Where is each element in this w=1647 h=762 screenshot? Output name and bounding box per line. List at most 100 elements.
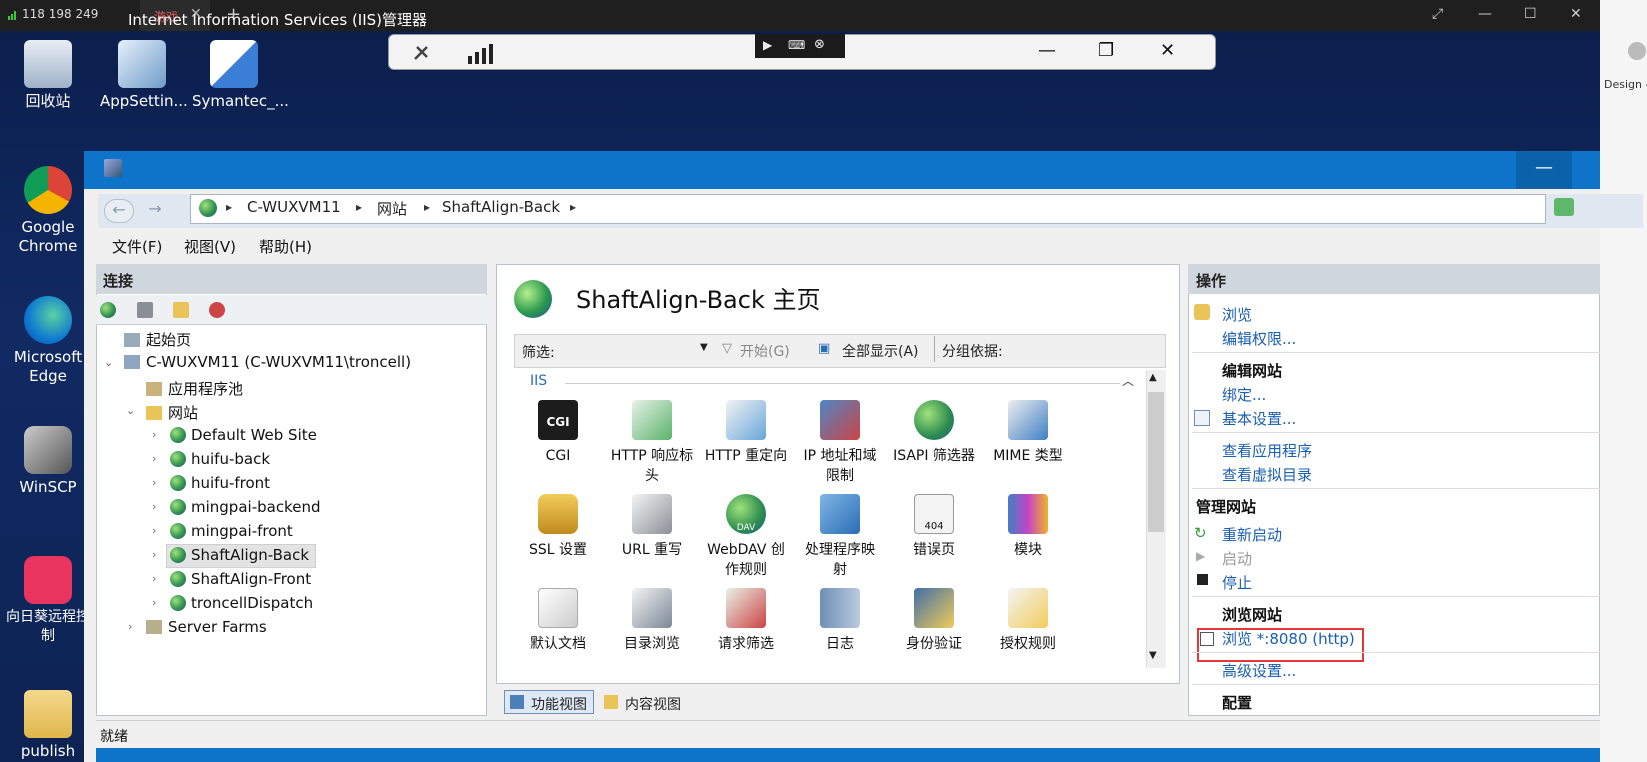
chevron-right-icon[interactable]: ›: [152, 500, 156, 513]
feature-error-pages[interactable]: 404 错误页: [888, 494, 980, 560]
scroll-down-icon[interactable]: ▼: [1149, 650, 1157, 661]
feature-modules[interactable]: 模块: [982, 494, 1074, 560]
scrollbar-thumb[interactable]: [1148, 392, 1164, 532]
chevron-down-icon[interactable]: ⌄: [104, 356, 113, 369]
feature-authorization[interactable]: 授权规则: [982, 588, 1074, 654]
desktop-icon-edge[interactable]: Microsoft Edge: [6, 296, 90, 386]
tree-item-apppools[interactable]: 应用程序池: [146, 378, 243, 399]
iis-minimize-button[interactable]: —: [1516, 151, 1572, 189]
menu-help[interactable]: 帮助(H): [259, 236, 312, 257]
feature-webdav[interactable]: DAV WebDAV 创作规则: [700, 494, 792, 580]
show-all-button[interactable]: 全部显示(A): [842, 341, 919, 361]
breadcrumb-separator: ▸: [424, 200, 431, 214]
remote-maximize-button[interactable]: ❐: [1098, 40, 1114, 61]
feature-handler-mappings[interactable]: 处理程序映射: [794, 494, 886, 580]
scroll-up-icon[interactable]: ▲: [1149, 372, 1157, 383]
fullscreen-button[interactable]: ⤢: [1432, 6, 1443, 22]
chevron-right-icon[interactable]: ›: [152, 452, 156, 465]
action-basic-settings[interactable]: 基本设置...: [1222, 408, 1296, 429]
feature-default-document[interactable]: 默认文档: [512, 588, 604, 654]
menu-view[interactable]: 视图(V): [184, 236, 236, 257]
tree-item-site[interactable]: mingpai-backend: [170, 498, 320, 516]
refresh-icon[interactable]: [1554, 198, 1574, 216]
action-restart[interactable]: 重新启动: [1222, 524, 1282, 545]
chevron-up-icon[interactable]: ︿: [1122, 372, 1134, 389]
handler-icon: [820, 494, 860, 534]
pointer-icon[interactable]: ▶: [763, 38, 772, 52]
chevron-right-icon[interactable]: ›: [152, 596, 156, 609]
feature-http-redirect[interactable]: HTTP 重定向: [700, 400, 792, 466]
feature-http-headers[interactable]: HTTP 响应标头: [606, 400, 698, 486]
chevron-right-icon[interactable]: ›: [152, 548, 156, 561]
disconnect-icon[interactable]: [209, 302, 225, 318]
connect-icon[interactable]: [100, 302, 116, 318]
tree-item-server-farms[interactable]: Server Farms: [146, 618, 267, 636]
remote-minimize-button[interactable]: —: [1038, 40, 1056, 61]
tree-item-server[interactable]: C-WUXVM11 (C-WUXVM11\troncell): [124, 353, 411, 371]
tree-item-site[interactable]: ShaftAlign-Front: [170, 570, 311, 588]
breadcrumb-host[interactable]: C-WUXVM11: [247, 198, 341, 216]
tree-item-site[interactable]: huifu-front: [170, 474, 270, 492]
desktop-icon-sunlogin[interactable]: 向日葵远程控制: [6, 556, 90, 646]
signal-strength-icon[interactable]: [468, 42, 496, 64]
action-view-virtual-dirs[interactable]: 查看虚拟目录: [1222, 464, 1312, 485]
close-circle-icon[interactable]: ⊗: [814, 37, 825, 52]
tree-item-site[interactable]: Default Web Site: [170, 426, 317, 444]
action-start[interactable]: 启动: [1222, 548, 1252, 569]
desktop-icon-appsettings[interactable]: AppSettin...: [100, 40, 188, 111]
feature-isapi-filters[interactable]: ISAPI 筛选器: [888, 400, 980, 466]
tree-item-site[interactable]: huifu-back: [170, 450, 270, 468]
feature-ssl[interactable]: SSL 设置: [512, 494, 604, 560]
chevron-right-icon[interactable]: ›: [152, 428, 156, 441]
chevron-right-icon[interactable]: ›: [152, 572, 156, 585]
feature-authentication[interactable]: 身份验证: [888, 588, 980, 654]
action-browse[interactable]: 浏览: [1222, 304, 1252, 325]
group-by-label[interactable]: 分组依据:: [942, 341, 1003, 361]
chevron-right-icon[interactable]: ›: [128, 620, 132, 633]
feature-request-filtering[interactable]: 请求筛选: [700, 588, 792, 654]
chevron-right-icon[interactable]: ›: [152, 524, 156, 537]
maximize-button[interactable]: ☐: [1524, 6, 1537, 22]
forward-button[interactable]: →: [140, 199, 170, 223]
desktop-icon-chrome[interactable]: Google Chrome: [6, 166, 90, 256]
filter-input[interactable]: [560, 338, 710, 362]
feature-directory-browsing[interactable]: 目录浏览: [606, 588, 698, 654]
action-view-applications[interactable]: 查看应用程序: [1222, 440, 1312, 461]
filter-start-button[interactable]: 开始(G): [740, 341, 790, 361]
close-button[interactable]: ✕: [1570, 6, 1582, 22]
back-button[interactable]: ←: [104, 199, 134, 223]
save-icon[interactable]: [137, 302, 153, 318]
dropdown-icon[interactable]: ▼: [700, 342, 708, 353]
tree-item-sites[interactable]: 网站: [146, 402, 198, 423]
breadcrumb-site[interactable]: ShaftAlign-Back: [442, 198, 560, 216]
browser-tab-title[interactable]: Design - B: [1604, 78, 1647, 91]
action-advanced-settings[interactable]: 高级设置...: [1222, 660, 1296, 681]
desktop-icon-recycle-bin[interactable]: 回收站: [6, 40, 90, 111]
desktop-icon-symantec[interactable]: Symantec_...: [192, 40, 289, 111]
keyboard-icon[interactable]: ⌨: [788, 38, 805, 52]
chevron-down-icon[interactable]: ⌄: [126, 404, 135, 417]
feature-logging[interactable]: 日志: [794, 588, 886, 654]
feature-label-2: 头: [645, 468, 659, 484]
feature-cgi[interactable]: CGI CGI: [512, 400, 604, 466]
desktop-icon-publish[interactable]: publish: [6, 690, 90, 761]
menu-file[interactable]: 文件(F): [112, 236, 162, 257]
feature-ip-restrictions[interactable]: IP 地址和域 限制: [794, 400, 886, 486]
tree-item-start[interactable]: 起始页: [124, 329, 191, 350]
action-stop[interactable]: 停止: [1222, 572, 1252, 593]
tree-item-site-selected[interactable]: ShaftAlign-Back: [170, 546, 309, 564]
breadcrumb-sites[interactable]: 网站: [377, 198, 407, 219]
chevron-right-icon[interactable]: ›: [152, 476, 156, 489]
desktop-icon-winscp[interactable]: WinSCP: [6, 426, 90, 497]
avatar[interactable]: [1628, 42, 1646, 60]
remote-close-button[interactable]: ✕: [1160, 40, 1175, 61]
tree-item-site[interactable]: troncellDispatch: [170, 594, 313, 612]
folder-up-icon[interactable]: [173, 302, 189, 318]
feature-mime-types[interactable]: MIME 类型: [982, 400, 1074, 466]
pin-off-icon[interactable]: [410, 42, 432, 64]
minimize-button[interactable]: —: [1478, 6, 1492, 22]
feature-url-rewrite[interactable]: URL 重写: [606, 494, 698, 560]
tree-item-site[interactable]: mingpai-front: [170, 522, 293, 540]
action-bindings[interactable]: 绑定...: [1222, 384, 1266, 405]
action-edit-permissions[interactable]: 编辑权限...: [1222, 328, 1296, 349]
